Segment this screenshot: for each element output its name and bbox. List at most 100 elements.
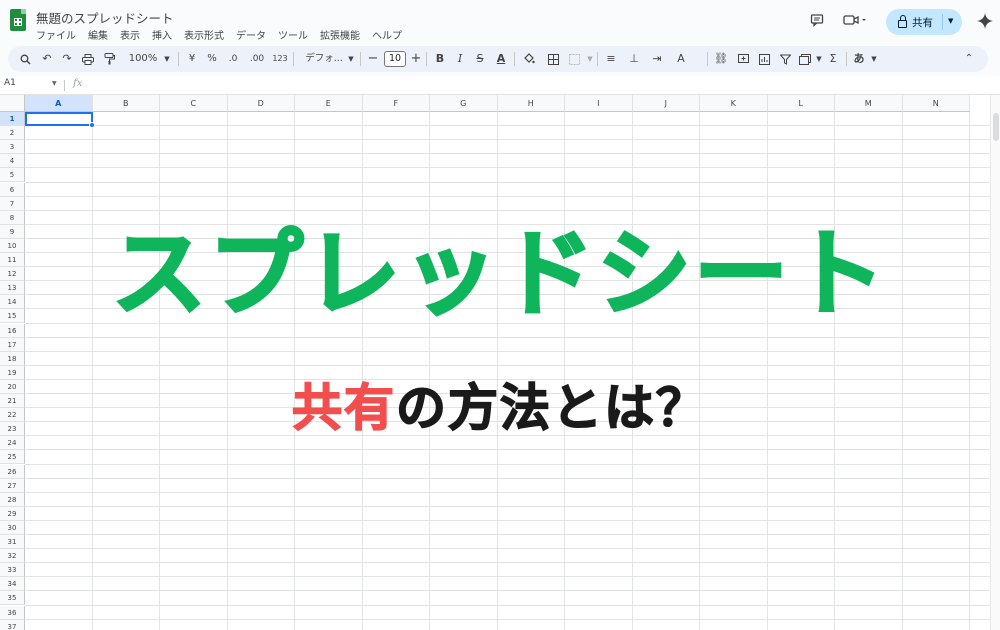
column-header-e[interactable]: E [295, 95, 363, 112]
row-header-28[interactable]: 28 [0, 492, 25, 507]
column-header-h[interactable]: H [497, 95, 565, 112]
column-header-a[interactable]: A [25, 95, 93, 112]
decrease-decimal-button[interactable]: .0 [224, 46, 242, 72]
menu-edit[interactable]: 編集 [88, 27, 108, 42]
text-color-button[interactable]: A [492, 46, 510, 72]
grid-row-line [25, 195, 990, 197]
column-header-f[interactable]: F [362, 95, 430, 112]
column-header-m[interactable]: M [835, 95, 903, 112]
undo-icon[interactable]: ↶ [38, 46, 56, 72]
bold-button[interactable]: B [431, 46, 449, 72]
row-header-30[interactable]: 30 [0, 520, 25, 535]
menu-file[interactable]: ファイル [36, 27, 76, 42]
percent-format-button[interactable]: % [204, 46, 220, 72]
row-header-4[interactable]: 4 [0, 154, 25, 169]
grid-row-line [25, 590, 990, 592]
currency-format-button[interactable]: ¥ [184, 46, 200, 72]
row-header-6[interactable]: 6 [0, 182, 25, 197]
comment-history-icon[interactable] [808, 13, 826, 31]
column-header-i[interactable]: I [565, 95, 633, 112]
fill-handle[interactable] [89, 122, 95, 128]
row-header-18[interactable]: 18 [0, 351, 25, 366]
text-rotation-icon[interactable]: A [672, 46, 690, 72]
row-header-2[interactable]: 2 [0, 126, 25, 141]
column-header-g[interactable]: G [430, 95, 498, 112]
grid-row-line [25, 576, 990, 578]
menu-extensions[interactable]: 拡張機能 [320, 27, 360, 42]
share-button[interactable]: 共有 ▼ [886, 9, 962, 35]
column-header-b[interactable]: B [92, 95, 160, 112]
grid-row-line [25, 139, 990, 141]
italic-button[interactable]: I [451, 46, 469, 72]
column-header-k[interactable]: K [700, 95, 768, 112]
row-header-29[interactable]: 29 [0, 506, 25, 521]
decrease-font-size-icon[interactable]: − [364, 46, 382, 72]
paint-format-icon[interactable] [100, 46, 118, 72]
insert-comment-icon[interactable] [734, 46, 752, 72]
vertical-align-icon[interactable]: ⊥ [625, 46, 643, 72]
select-all-corner[interactable] [0, 95, 25, 112]
text-wrapping-icon[interactable]: ⇥ [648, 46, 666, 72]
input-tools-dropdown-icon[interactable]: ▼ [865, 46, 883, 72]
menu-data[interactable]: データ [236, 27, 266, 42]
row-header-37[interactable]: 37 [0, 619, 25, 630]
zoom-dropdown-icon[interactable]: ▼ [158, 46, 176, 72]
column-header-j[interactable]: J [632, 95, 700, 112]
row-header-32[interactable]: 32 [0, 549, 25, 564]
collapse-toolbar-icon[interactable]: ⌃ [960, 46, 978, 72]
row-header-26[interactable]: 26 [0, 464, 25, 479]
row-header-36[interactable]: 36 [0, 605, 25, 620]
row-header-25[interactable]: 25 [0, 450, 25, 465]
grid-row-line [25, 491, 990, 493]
column-header-n[interactable]: N [902, 95, 970, 112]
grid-row-line [25, 477, 990, 479]
search-menus-icon[interactable] [16, 46, 34, 72]
column-header-d[interactable]: D [227, 95, 295, 112]
column-header-c[interactable]: C [160, 95, 228, 112]
vertical-scrollbar[interactable] [990, 95, 1000, 630]
fill-color-icon[interactable] [520, 46, 538, 72]
increase-font-size-icon[interactable]: + [407, 46, 425, 72]
horizontal-align-icon[interactable]: ≡ [602, 46, 620, 72]
font-dropdown-icon[interactable]: ▼ [342, 46, 360, 72]
row-header-27[interactable]: 27 [0, 478, 25, 493]
row-header-17[interactable]: 17 [0, 337, 25, 352]
increase-decimal-button[interactable]: .00 [246, 46, 268, 72]
redo-icon[interactable]: ↷ [58, 46, 76, 72]
row-header-3[interactable]: 3 [0, 140, 25, 155]
spreadsheet-grid[interactable]: A B C D E F G H I J K L M N 1 2 3 4 5 6 7 8 9 10 11 12 13 14 15 16 17 1… [0, 95, 990, 630]
filter-icon[interactable] [776, 46, 794, 72]
gemini-sparkle-icon[interactable] [976, 13, 994, 31]
row-header-1[interactable]: 1 [0, 112, 25, 127]
row-header-35[interactable]: 35 [0, 591, 25, 606]
strikethrough-button[interactable]: S [471, 46, 489, 72]
font-family-select[interactable]: デフォ... [300, 46, 348, 72]
menu-insert[interactable]: 挿入 [152, 27, 172, 42]
menu-help[interactable]: ヘルプ [372, 27, 402, 42]
row-header-34[interactable]: 34 [0, 577, 25, 592]
insert-chart-icon[interactable] [755, 46, 773, 72]
column-header-l[interactable]: L [767, 95, 835, 112]
share-dropdown-icon[interactable]: ▼ [948, 17, 953, 25]
functions-button[interactable]: Σ [824, 46, 842, 72]
sheets-logo-icon[interactable] [10, 9, 26, 31]
selected-cell-a1[interactable] [25, 112, 93, 126]
name-box[interactable]: A1 [4, 78, 16, 88]
insert-link-icon[interactable]: ⛓ [712, 46, 730, 72]
zoom-select[interactable]: 100% [123, 46, 163, 72]
menu-tools[interactable]: ツール [278, 27, 308, 42]
print-icon[interactable] [79, 46, 97, 72]
more-formats-button[interactable]: 123 [270, 46, 290, 72]
meet-video-icon[interactable] [842, 13, 870, 31]
borders-icon[interactable] [544, 46, 562, 72]
font-size-input[interactable]: 10 [384, 51, 406, 67]
name-box-dropdown-icon[interactable]: ▼ [52, 80, 57, 87]
row-header-33[interactable]: 33 [0, 563, 25, 578]
menu-format[interactable]: 表示形式 [184, 27, 224, 42]
function-icon: fx [73, 78, 83, 89]
document-title[interactable]: 無題のスプレッドシート [36, 8, 174, 27]
row-header-5[interactable]: 5 [0, 168, 25, 183]
row-header-31[interactable]: 31 [0, 535, 25, 550]
menu-view[interactable]: 表示 [120, 27, 140, 42]
scrollbar-thumb[interactable] [993, 113, 999, 141]
